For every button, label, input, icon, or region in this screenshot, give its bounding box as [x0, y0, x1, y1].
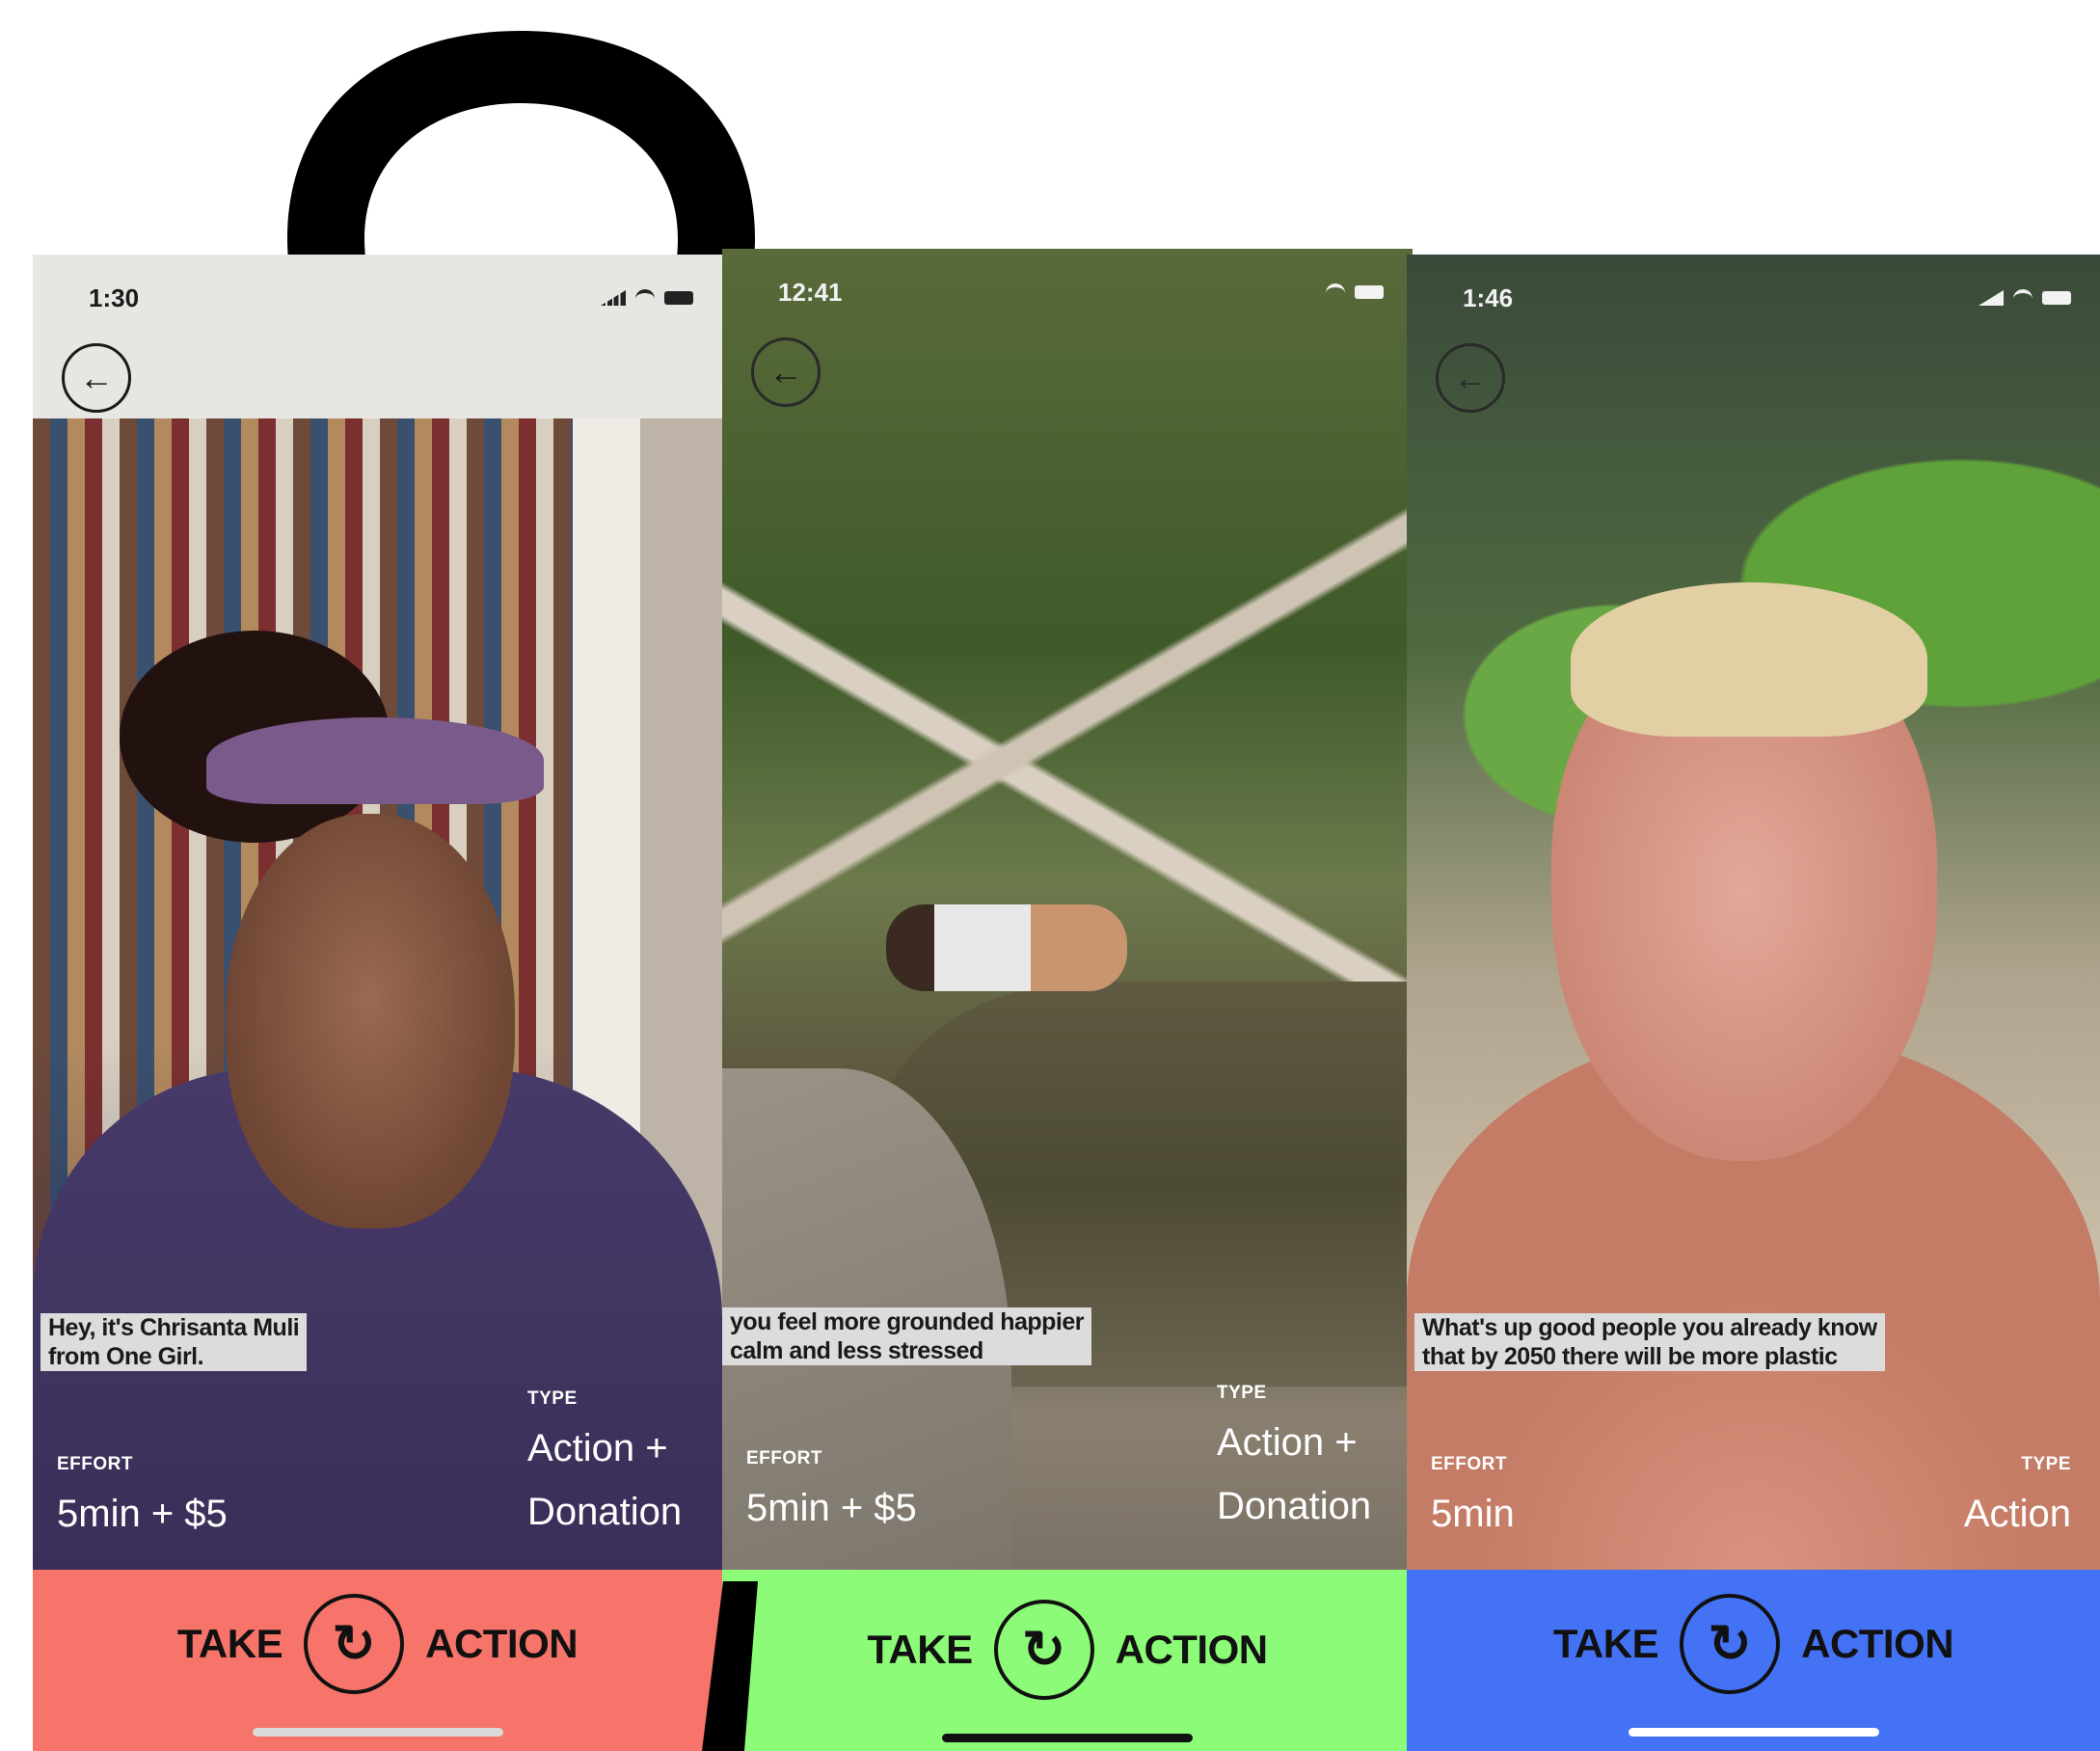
- brand-stroke-decoration: [702, 1581, 758, 1751]
- effort-value: 5min: [1431, 1493, 1515, 1535]
- back-button[interactable]: ←: [62, 343, 131, 413]
- back-button[interactable]: ←: [1436, 343, 1505, 413]
- take-label: TAKE: [867, 1627, 973, 1672]
- effort-label: EFFORT: [746, 1448, 822, 1468]
- take-label: TAKE: [1552, 1621, 1659, 1666]
- subtitle-caption: Hey, it's Chrisanta Muli from One Girl.: [40, 1313, 308, 1371]
- take-action-logo-icon: ↻: [1680, 1594, 1781, 1694]
- type-label: TYPE: [1217, 1383, 1267, 1403]
- wifi-icon: [635, 289, 655, 307]
- video-frame: [33, 255, 722, 1570]
- status-bar: 1:46: [1407, 255, 2100, 341]
- signal-icon: [601, 290, 626, 306]
- home-indicator[interactable]: [942, 1734, 1193, 1742]
- battery-icon: [2042, 291, 2071, 305]
- video-frame: [722, 249, 1413, 1570]
- signal-icon: [1979, 290, 2004, 306]
- effort-value: 5min + $5: [746, 1487, 917, 1529]
- home-indicator[interactable]: [252, 1728, 503, 1737]
- status-bar: 12:41: [722, 249, 1413, 336]
- phone-screen-2: 12:41 ← you feel more grounded happier c…: [722, 249, 1413, 1751]
- subtitle-caption: What's up good people you already know t…: [1414, 1313, 1885, 1371]
- take-action-button[interactable]: TAKE ↻ ACTION: [722, 1570, 1413, 1751]
- type-label: TYPE: [527, 1388, 578, 1409]
- take-action-button[interactable]: TAKE ↻ ACTION: [1407, 1570, 2100, 1751]
- status-time: 1:30: [89, 283, 140, 312]
- take-label: TAKE: [176, 1621, 283, 1666]
- take-action-button[interactable]: TAKE ↻ ACTION: [33, 1570, 722, 1751]
- arrow-left-icon: ←: [1453, 358, 1488, 397]
- video-frame: [1407, 255, 2100, 1570]
- effort-label: EFFORT: [1431, 1454, 1507, 1474]
- take-action-logo-icon: ↻: [993, 1600, 1094, 1700]
- type-value: Action + Donation: [527, 1427, 683, 1533]
- wifi-icon: [2013, 289, 2033, 307]
- take-action-logo-icon: ↻: [304, 1594, 405, 1694]
- effort-label: EFFORT: [57, 1454, 133, 1474]
- battery-icon: [664, 291, 693, 305]
- phone-screen-3: 1:46 ← What's up good people you already…: [1407, 255, 2100, 1751]
- type-label: TYPE: [2021, 1454, 2071, 1474]
- battery-icon: [1355, 285, 1384, 299]
- status-time: 12:41: [778, 278, 843, 307]
- arrow-left-icon: ←: [768, 352, 803, 391]
- effort-value: 5min + $5: [57, 1493, 228, 1535]
- home-indicator[interactable]: [1628, 1728, 1879, 1737]
- back-button[interactable]: ←: [751, 337, 821, 407]
- phone-screen-1: 1:30 ← Hey, it's Chrisanta Muli from One…: [33, 255, 722, 1751]
- action-label: ACTION: [1115, 1627, 1269, 1672]
- arrow-left-icon: ←: [79, 358, 114, 397]
- action-label: ACTION: [425, 1621, 579, 1666]
- type-value: Action: [1963, 1493, 2071, 1535]
- video-subject: [886, 904, 1127, 991]
- subtitle-caption: you feel more grounded happier calm and …: [722, 1307, 1091, 1365]
- wifi-icon: [1326, 283, 1345, 301]
- action-label: ACTION: [1801, 1621, 1954, 1666]
- status-time: 1:46: [1463, 283, 1514, 312]
- status-bar: 1:30: [33, 255, 722, 341]
- type-value: Action + Donation: [1217, 1421, 1372, 1527]
